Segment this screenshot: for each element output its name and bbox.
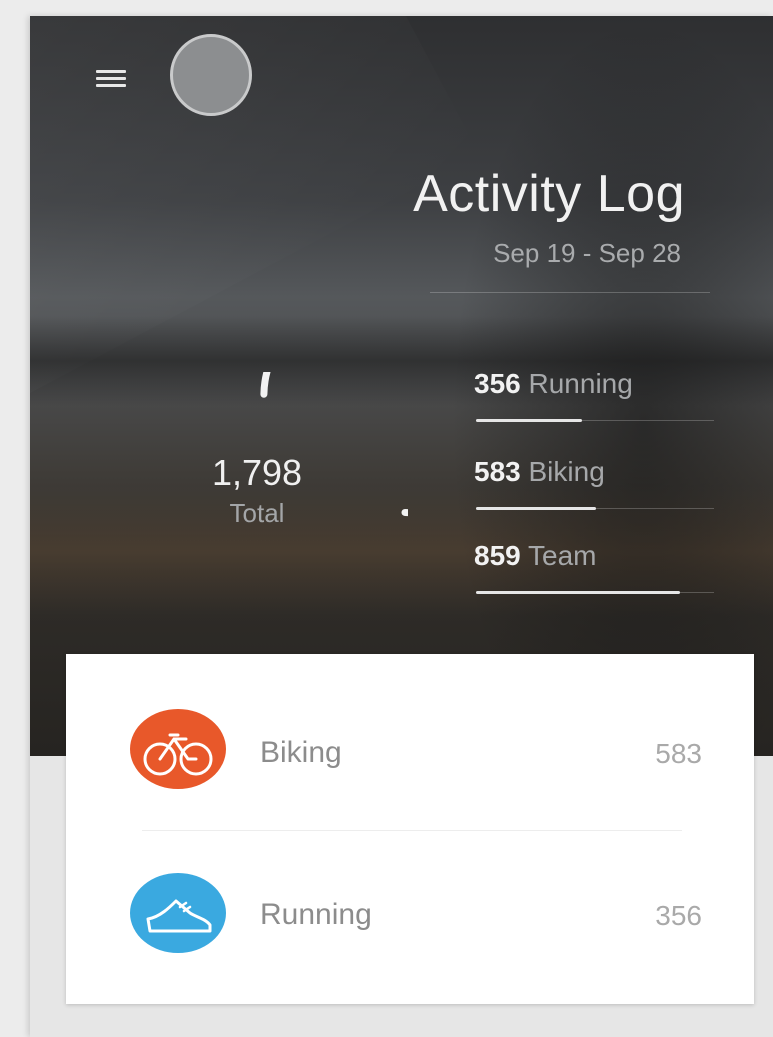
total-value: 1,798 — [211, 452, 303, 493]
running-shoe-icon — [130, 873, 226, 953]
list-item-name: Running — [260, 898, 372, 931]
list-item-count: 583 — [655, 738, 702, 769]
page-title: Activity Log — [413, 165, 685, 223]
stat-team[interactable]: 859 Team — [474, 540, 714, 594]
list-item-name: Biking — [260, 736, 342, 769]
total-label: Total — [229, 498, 285, 528]
list-item-biking[interactable]: Biking 583 — [66, 674, 754, 824]
hero-background: Activity Log Sep 19 - Sep 28 1,798 Total… — [30, 16, 773, 756]
stat-biking-bar — [476, 507, 596, 510]
stat-running[interactable]: 356 Running — [474, 368, 714, 422]
stat-biking-label: Biking — [528, 456, 605, 487]
title-divider — [430, 292, 710, 293]
menu-icon[interactable] — [96, 66, 126, 90]
activity-list-card: Biking 583 Running 356 — [66, 654, 754, 1004]
stat-biking[interactable]: 583 Biking — [474, 456, 714, 510]
stat-team-label: Team — [528, 540, 597, 571]
list-item-running[interactable]: Running 356 — [66, 840, 754, 990]
stat-running-label: Running — [528, 368, 633, 399]
app-screen: Activity Log Sep 19 - Sep 28 1,798 Total… — [30, 16, 773, 1037]
stat-running-bar — [476, 419, 582, 422]
date-range: Sep 19 - Sep 28 — [493, 238, 681, 268]
stat-team-value: 859 — [474, 540, 521, 571]
list-divider — [142, 830, 682, 831]
bike-icon — [130, 709, 226, 789]
stat-biking-value: 583 — [474, 456, 521, 487]
list-item-count: 356 — [655, 900, 702, 931]
stat-running-value: 356 — [474, 368, 521, 399]
avatar[interactable] — [170, 34, 252, 116]
stat-team-bar — [476, 591, 680, 594]
